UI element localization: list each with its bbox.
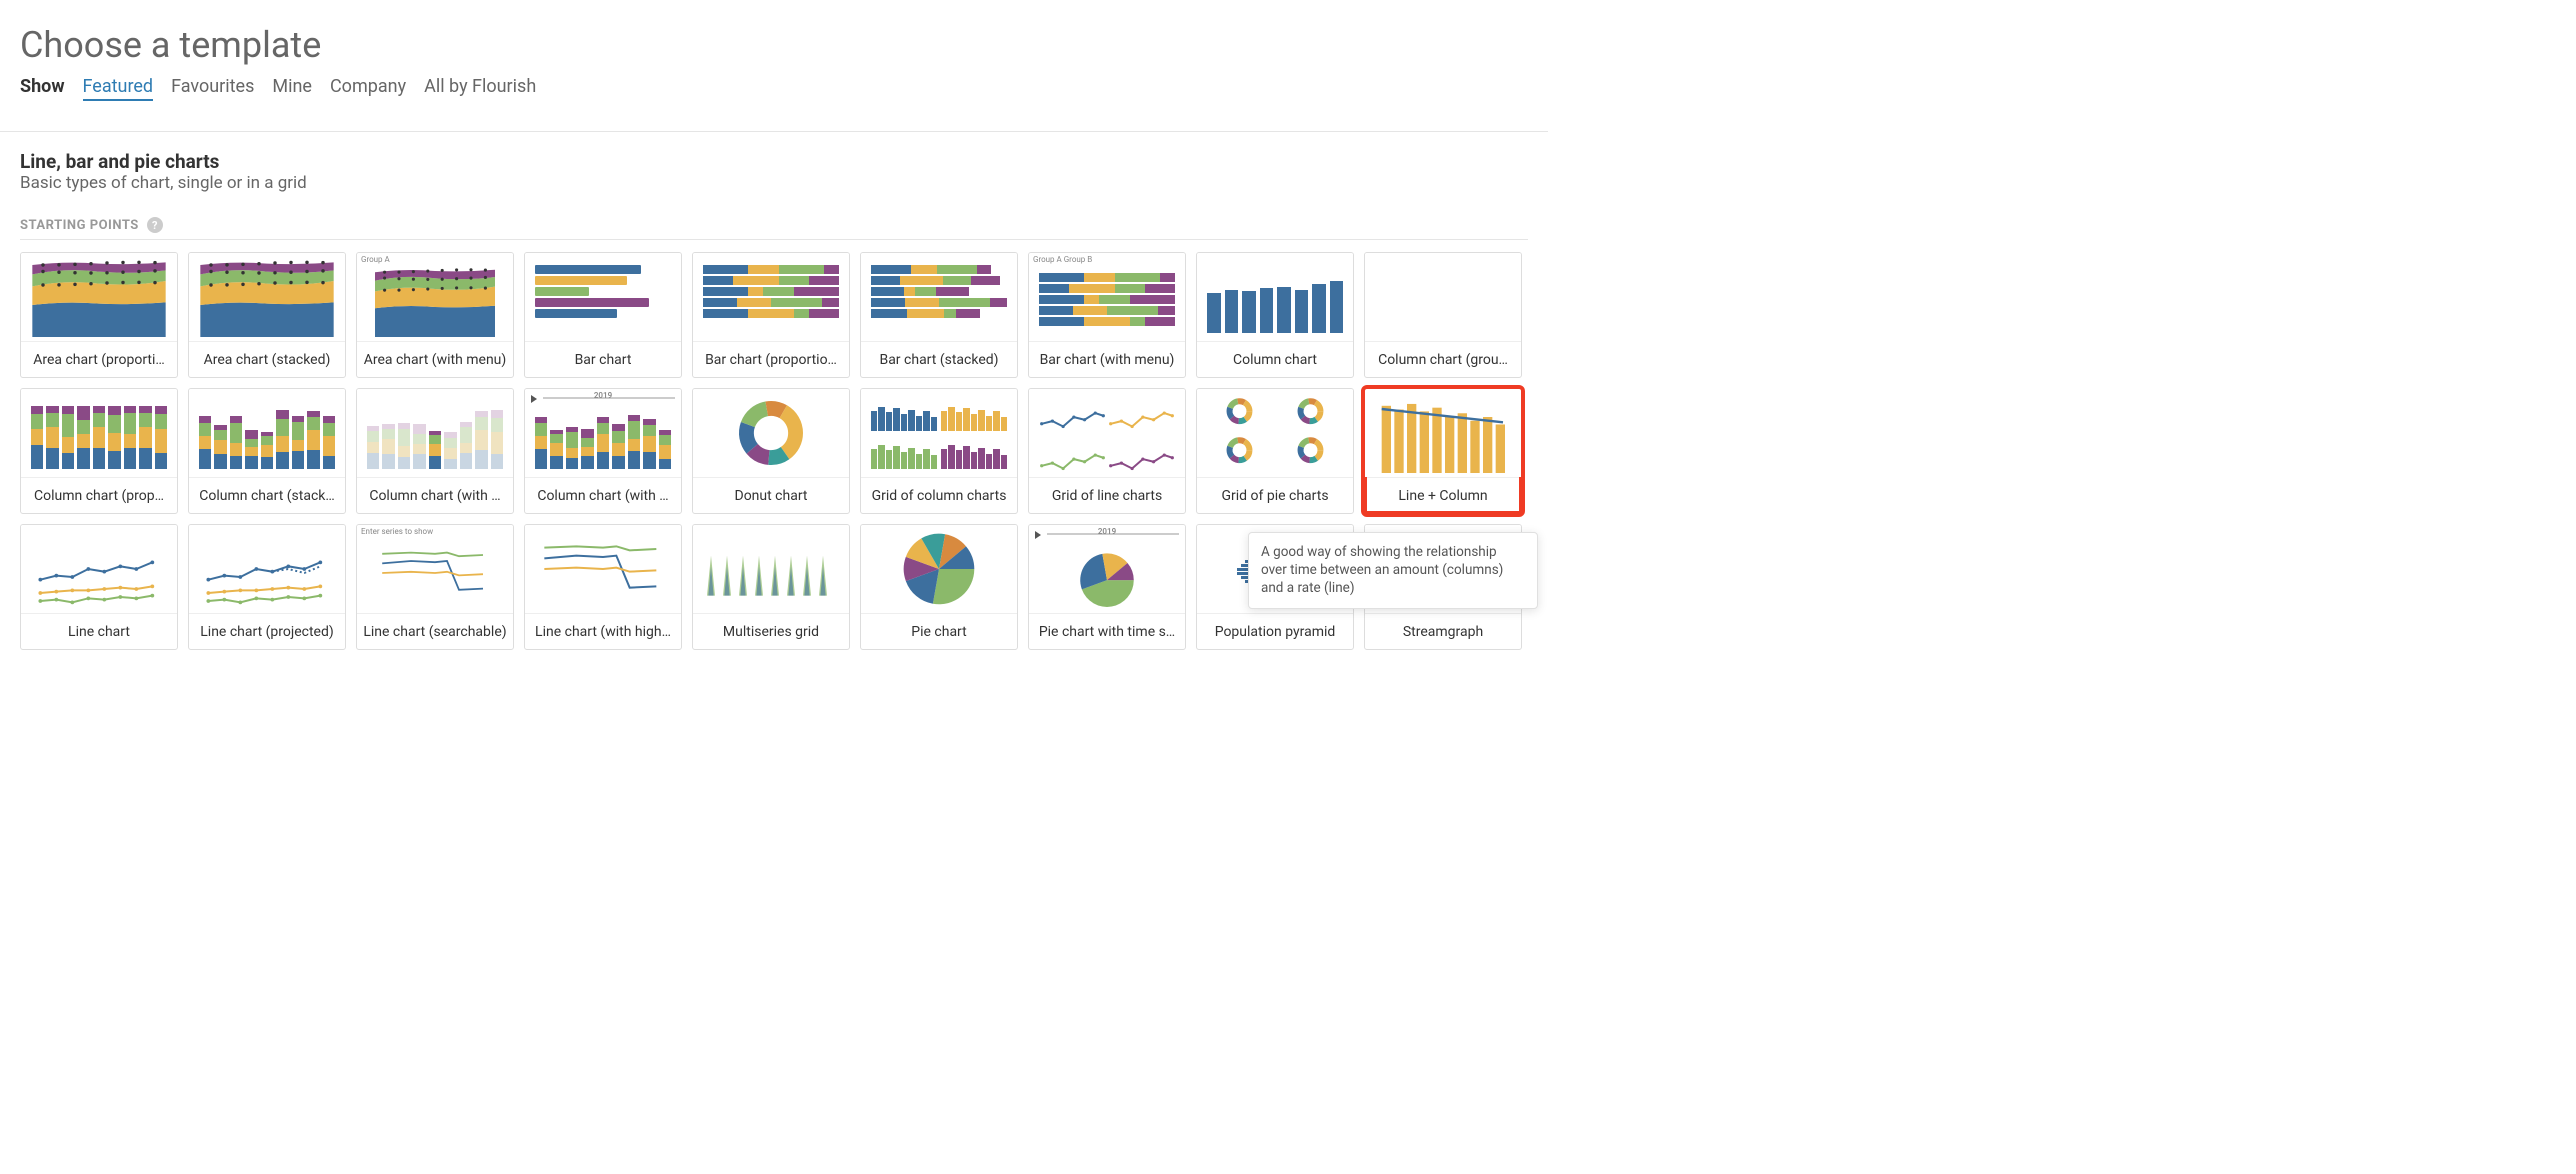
template-card-bar-stacked[interactable]: Bar chart (stacked) <box>860 252 1018 378</box>
template-thumbnail: Group A <box>357 253 513 341</box>
template-caption: Grid of column charts <box>861 477 1017 513</box>
template-thumbnail: 2019 <box>1029 525 1185 613</box>
template-thumbnail <box>693 389 849 477</box>
thumbnail-label: Enter series to show <box>361 527 433 536</box>
template-caption: Bar chart <box>525 341 681 377</box>
tab-company[interactable]: Company <box>330 76 406 97</box>
section-title: Line, bar and pie charts <box>20 150 1528 173</box>
template-thumbnail <box>693 525 849 613</box>
template-card-column[interactable]: Column chart <box>1196 252 1354 378</box>
tab-all-by-flourish[interactable]: All by Flourish <box>424 76 536 97</box>
template-caption: Column chart (with … <box>357 477 513 513</box>
template-caption: Pie chart with time s… <box>1029 613 1185 649</box>
template-caption: Pie chart <box>861 613 1017 649</box>
template-caption: Line chart (projected) <box>189 613 345 649</box>
help-icon[interactable]: ? <box>147 217 163 233</box>
template-card-line-column[interactable]: Line + Column <box>1364 388 1522 514</box>
template-thumbnail <box>1365 253 1521 341</box>
template-caption: Grid of pie charts <box>1197 477 1353 513</box>
template-caption: Bar chart (stacked) <box>861 341 1017 377</box>
starting-points-label: STARTING POINTS <box>20 218 139 233</box>
template-card-multiseries-grid[interactable]: Multiseries grid <box>692 524 850 650</box>
template-card-bar[interactable]: Bar chart <box>524 252 682 378</box>
template-card-line-searchable[interactable]: Enter series to show Line chart (searchab… <box>356 524 514 650</box>
template-card-line[interactable]: Line chart <box>20 524 178 650</box>
divider <box>0 131 1548 132</box>
filter-label: Show <box>20 76 65 97</box>
template-card-column-with-1[interactable]: Column chart (with … <box>356 388 514 514</box>
thumbnail-label: Group A <box>361 255 390 264</box>
template-card-bar-proportional[interactable]: Bar chart (proportio… <box>692 252 850 378</box>
template-tooltip: A good way of showing the relationship o… <box>1248 532 1538 609</box>
template-caption: Column chart (stack… <box>189 477 345 513</box>
page-title: Choose a template <box>20 24 1528 66</box>
template-caption: Area chart (stacked) <box>189 341 345 377</box>
template-thumbnail: Enter series to show <box>357 525 513 613</box>
template-thumbnail <box>525 525 681 613</box>
template-card-area-menu[interactable]: Group A Area chart (with menu) <box>356 252 514 378</box>
template-card-grid-pie[interactable]: Grid of pie charts <box>1196 388 1354 514</box>
template-caption: Population pyramid <box>1197 613 1353 649</box>
template-thumbnail <box>189 253 345 341</box>
starting-points-header: STARTING POINTS ? <box>20 217 1528 240</box>
template-caption: Area chart (with menu) <box>357 341 513 377</box>
template-caption: Line chart (with high… <box>525 613 681 649</box>
thumbnail-label: Group A Group B <box>1033 255 1092 264</box>
template-card-donut[interactable]: Donut chart <box>692 388 850 514</box>
template-card-column-with-2[interactable]: 2019 Column chart (with … <box>524 388 682 514</box>
template-card-column-proportional[interactable]: Column chart (prop… <box>20 388 178 514</box>
template-thumbnail <box>693 253 849 341</box>
template-caption: Multiseries grid <box>693 613 849 649</box>
tab-mine[interactable]: Mine <box>272 76 312 97</box>
template-caption: Line chart <box>21 613 177 649</box>
template-card-line-highlight[interactable]: Line chart (with high… <box>524 524 682 650</box>
template-card-pie[interactable]: Pie chart <box>860 524 1018 650</box>
template-card-grid-line[interactable]: Grid of line charts <box>1028 388 1186 514</box>
filter-tabs: Show Featured Favourites Mine Company Al… <box>20 76 1528 101</box>
template-thumbnail <box>189 389 345 477</box>
template-caption: Column chart (with … <box>525 477 681 513</box>
template-thumbnail <box>861 389 1017 477</box>
template-thumbnail <box>1197 253 1353 341</box>
template-card-column-grouped[interactable]: Column chart (grou… <box>1364 252 1522 378</box>
template-caption: Line chart (searchable) <box>357 613 513 649</box>
template-grid: A good way of showing the relationship o… <box>20 252 1528 650</box>
template-thumbnail <box>357 389 513 477</box>
thumbnail-label: 2019 <box>594 391 612 400</box>
template-caption: Donut chart <box>693 477 849 513</box>
template-thumbnail <box>189 525 345 613</box>
template-caption: Bar chart (proportio… <box>693 341 849 377</box>
template-thumbnail <box>861 525 1017 613</box>
template-thumbnail <box>21 525 177 613</box>
thumbnail-label: 2019 <box>1098 527 1116 536</box>
section-subtitle: Basic types of chart, single or in a gri… <box>20 173 1528 193</box>
template-card-area-stacked[interactable]: Area chart (stacked) <box>188 252 346 378</box>
template-card-grid-column[interactable]: Grid of column charts <box>860 388 1018 514</box>
template-thumbnail <box>1365 389 1521 477</box>
template-card-area-proportional[interactable]: Area chart (proporti… <box>20 252 178 378</box>
template-thumbnail <box>21 389 177 477</box>
template-caption: Area chart (proporti… <box>21 341 177 377</box>
template-thumbnail <box>21 253 177 341</box>
template-thumbnail <box>861 253 1017 341</box>
template-caption: Grid of line charts <box>1029 477 1185 513</box>
template-thumbnail: 2019 <box>525 389 681 477</box>
template-caption: Column chart (grou… <box>1365 341 1521 377</box>
template-caption: Column chart (prop… <box>21 477 177 513</box>
template-thumbnail <box>525 253 681 341</box>
template-caption: Streamgraph <box>1365 613 1521 649</box>
template-card-bar-menu[interactable]: Group A Group B Bar chart (with menu) <box>1028 252 1186 378</box>
tab-featured[interactable]: Featured <box>83 76 154 101</box>
template-thumbnail: Group A Group B <box>1029 253 1185 341</box>
template-card-line-projected[interactable]: Line chart (projected) <box>188 524 346 650</box>
tab-favourites[interactable]: Favourites <box>171 76 254 97</box>
template-thumbnail <box>1029 389 1185 477</box>
template-card-pie-time[interactable]: 2019 Pie chart with time s… <box>1028 524 1186 650</box>
template-caption: Line + Column <box>1365 477 1521 513</box>
template-caption: Column chart <box>1197 341 1353 377</box>
template-caption: Bar chart (with menu) <box>1029 341 1185 377</box>
template-thumbnail <box>1197 389 1353 477</box>
template-card-column-stacked[interactable]: Column chart (stack… <box>188 388 346 514</box>
